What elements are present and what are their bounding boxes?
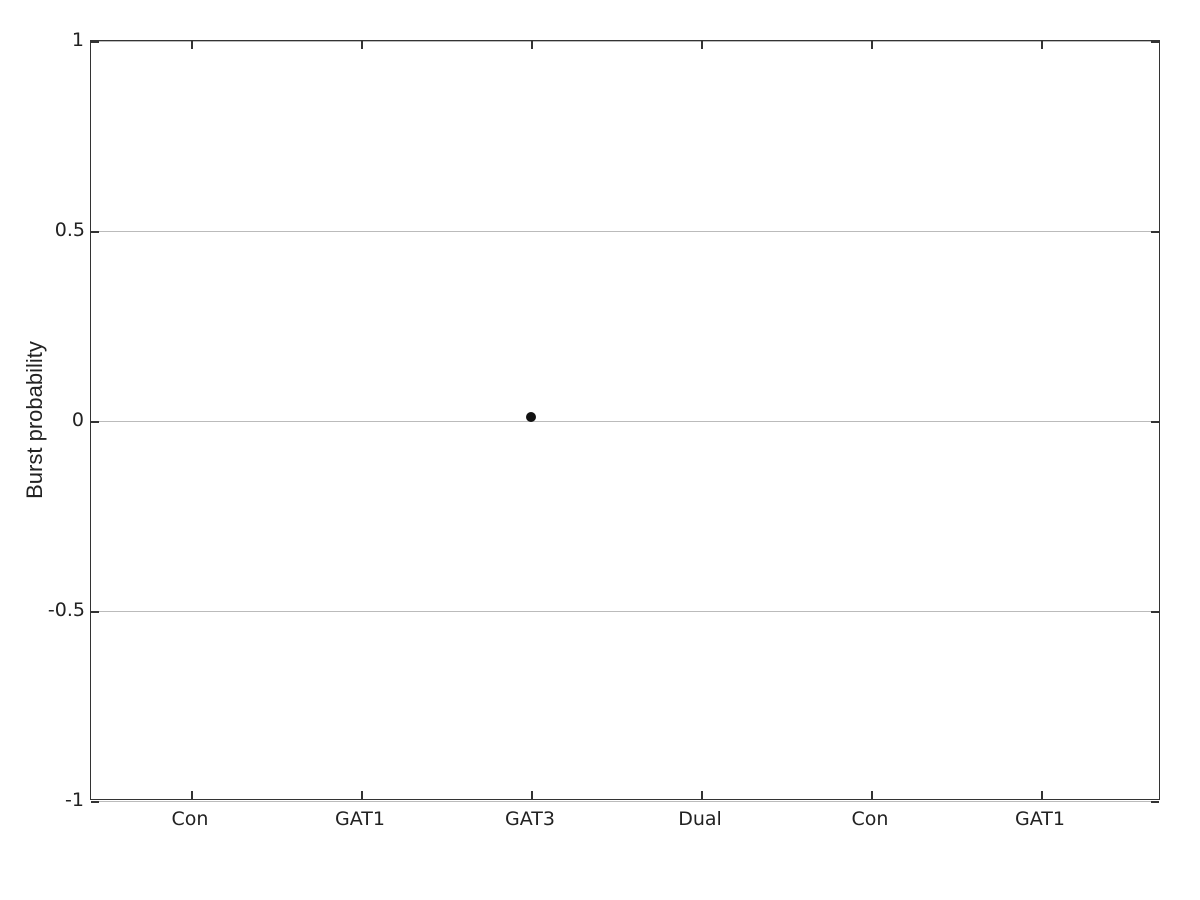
x-label-gat1: GAT1	[335, 808, 385, 830]
x-label-con2: Con	[852, 808, 889, 830]
y-tick-1	[91, 41, 99, 43]
y-label-1: 1	[62, 29, 84, 51]
x-tick-top-5	[1041, 41, 1043, 49]
y-tick-right-n1	[1151, 801, 1159, 803]
grid-line-1	[91, 41, 1159, 42]
y-tick-right-0	[1151, 421, 1159, 423]
grid-line-n05	[91, 611, 1159, 612]
x-tick-top-1	[361, 41, 363, 49]
y-label-05: 0.5	[45, 219, 85, 241]
y-label-n1: -1	[52, 789, 84, 811]
grid-line-n1	[91, 801, 1159, 802]
y-axis-label: Burst probability	[22, 341, 48, 499]
x-tick-top-0	[191, 41, 193, 49]
y-label-0: 0	[62, 409, 84, 431]
grid-line-0	[91, 421, 1159, 422]
x-tick-0	[191, 791, 193, 799]
y-tick-right-05	[1151, 231, 1159, 233]
x-tick-2	[531, 791, 533, 799]
y-tick-05	[91, 231, 99, 233]
x-tick-top-2	[531, 41, 533, 49]
x-label-con1: Con	[172, 808, 209, 830]
x-tick-1	[361, 791, 363, 799]
y-tick-right-n05	[1151, 611, 1159, 613]
x-tick-5	[1041, 791, 1043, 799]
y-label-n05: -0.5	[38, 599, 85, 621]
y-tick-0	[91, 421, 99, 423]
y-tick-right-1	[1151, 41, 1159, 43]
x-label-dual: Dual	[678, 808, 722, 830]
grid-line-05	[91, 231, 1159, 232]
x-label-gat3: GAT3	[505, 808, 555, 830]
x-tick-top-3	[701, 41, 703, 49]
y-tick-n05	[91, 611, 99, 613]
x-tick-top-4	[871, 41, 873, 49]
chart-area	[90, 40, 1160, 800]
y-tick-n1	[91, 801, 99, 803]
x-tick-4	[871, 791, 873, 799]
x-label-gat1-2: GAT1	[1015, 808, 1065, 830]
x-tick-3	[701, 791, 703, 799]
data-point-gat3	[526, 412, 536, 422]
chart-container: Burst probability	[0, 0, 1200, 900]
